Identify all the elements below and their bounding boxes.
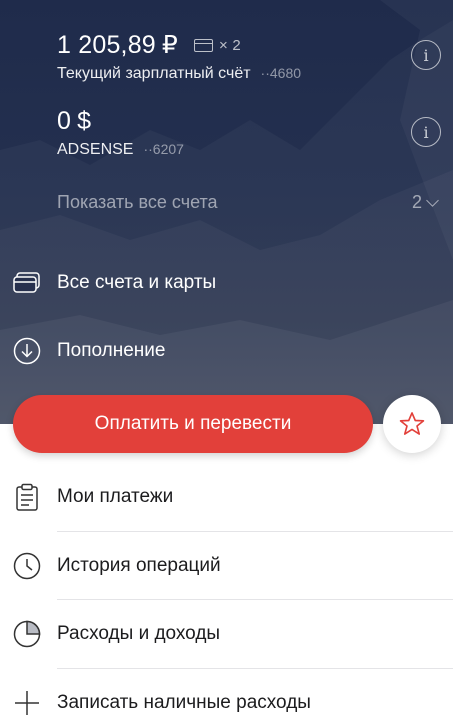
menu-item-history[interactable]: История операций: [0, 532, 453, 600]
show-all-label: Показать все счета: [57, 192, 218, 212]
menu-list: Мои платежи История операций Расходы и д…: [0, 463, 453, 722]
plus-icon: [12, 688, 42, 718]
account-currency: ₽: [161, 31, 179, 59]
account-balance: 0: [57, 107, 72, 135]
top-up[interactable]: Пополнение: [12, 336, 165, 366]
star-icon: [399, 412, 425, 435]
menu-item-label: Записать наличные расходы: [57, 691, 311, 713]
pie-chart-icon: [12, 619, 42, 649]
pay-button-label: Оплатить и перевести: [94, 413, 292, 434]
account-mask: ··4680: [260, 65, 302, 81]
menu-item-label: Мои платежи: [57, 486, 174, 508]
account-panel: 1 205,89 ₽ × 2 Текущий зарплатный счёт ·…: [0, 0, 453, 424]
account-name: ADSENSE: [57, 141, 134, 158]
cards-icon: [12, 268, 42, 298]
account-balance: 1 205,89: [57, 30, 156, 59]
hero-action-label: Пополнение: [57, 340, 166, 361]
menu-item-label: Расходы и доходы: [57, 623, 221, 645]
show-all-accounts[interactable]: Показать все счета 2: [57, 192, 439, 213]
menu-item-label: История операций: [57, 554, 221, 576]
info-icon[interactable]: i: [411, 117, 441, 147]
favorites-button[interactable]: [383, 395, 441, 453]
clipboard-icon: [12, 482, 42, 512]
linked-cards-count: × 2: [219, 36, 241, 54]
account-currency: $: [77, 107, 92, 135]
info-icon[interactable]: i: [411, 40, 441, 70]
account-mask: ··6207: [143, 141, 184, 157]
download-circle-icon: [12, 336, 42, 366]
linked-cards: × 2: [194, 37, 241, 54]
pay-and-transfer-button[interactable]: Оплатить и перевести: [13, 395, 373, 453]
account-name: Текущий зарплатный счёт: [57, 65, 251, 82]
menu-item-my-payments[interactable]: Мои платежи: [0, 463, 453, 532]
chevron-down-icon: [426, 193, 439, 207]
hero-action-label: Все счета и карты: [57, 272, 217, 293]
account-rub[interactable]: 1 205,89 ₽ × 2 Текущий зарплатный счёт ·…: [57, 30, 301, 83]
menu-item-expenses-income[interactable]: Расходы и доходы: [0, 600, 453, 669]
menu-item-cash-expenses[interactable]: Записать наличные расходы: [0, 669, 453, 722]
clock-icon: [12, 551, 42, 581]
accounts-count: 2: [411, 192, 422, 212]
card-icon: [194, 38, 214, 52]
all-accounts-and-cards[interactable]: Все счета и карты: [12, 268, 216, 298]
account-usd[interactable]: 0 $ ADSENSE ··6207: [57, 107, 184, 159]
